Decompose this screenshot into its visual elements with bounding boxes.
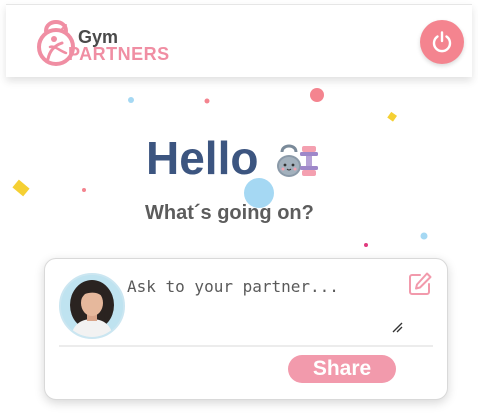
gym-partners-logo[interactable]: Gym PARTNERS	[32, 15, 192, 71]
power-icon	[432, 31, 452, 53]
avatar	[59, 273, 125, 339]
greeting-title: Hello	[146, 132, 259, 184]
post-input[interactable]	[123, 271, 413, 339]
share-button[interactable]: Share	[288, 355, 396, 383]
dumbbell-kettlebell-icon	[277, 144, 318, 177]
user-avatar-icon	[61, 275, 123, 337]
logo-text-partners: PARTNERS	[68, 44, 170, 64]
logout-button[interactable]	[420, 20, 464, 64]
composer-divider	[59, 345, 433, 347]
resize-handle-icon[interactable]	[391, 321, 403, 333]
post-composer-card: Share	[44, 258, 448, 400]
page-subheading: What´s going on?	[145, 202, 314, 224]
edit-icon[interactable]	[407, 271, 433, 297]
top-navbar: Gym PARTNERS	[6, 4, 472, 77]
